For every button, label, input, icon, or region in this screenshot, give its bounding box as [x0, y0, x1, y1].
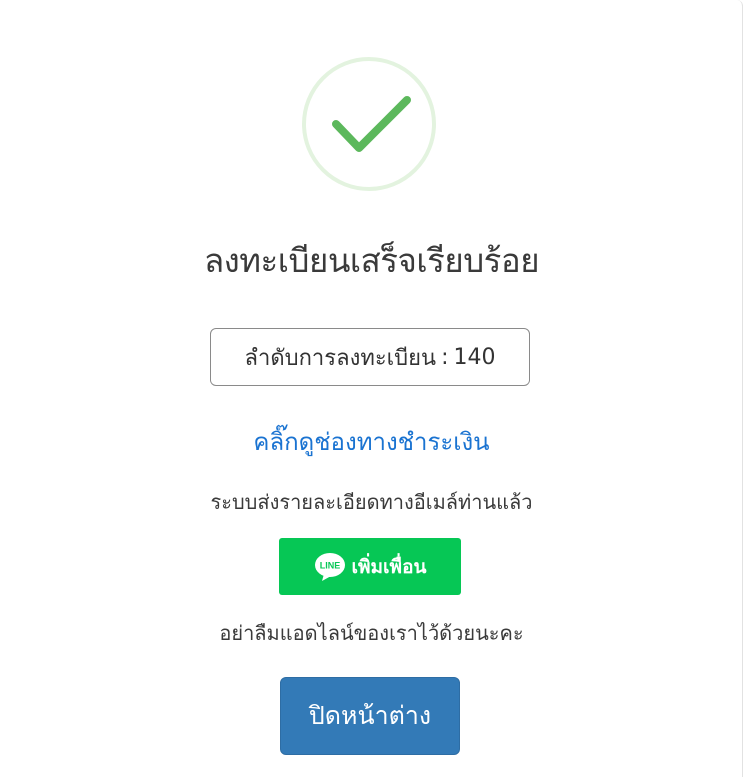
email-sent-note: ระบบส่งรายละเอียดทางอีเมล์ท่านแล้ว	[210, 490, 533, 514]
success-check-icon	[302, 57, 436, 191]
registration-number: 140	[453, 344, 496, 370]
line-add-friend-button[interactable]: LINE เพิ่มเพื่อน	[279, 538, 461, 595]
dialog-title: ลงทะเบียนเสร็จเรียบร้อย	[203, 241, 540, 280]
line-add-friend-label: เพิ่มเพื่อน	[351, 555, 427, 578]
close-window-button[interactable]: ปิดหน้าต่าง	[280, 677, 460, 755]
payment-channels-link[interactable]: คลิ๊กดูช่องทางชำระเงิน	[0, 422, 743, 461]
line-logo-icon: LINE	[314, 552, 345, 581]
registration-label: ลำดับการลงทะเบียน	[244, 345, 437, 371]
line-logo-text: LINE	[319, 560, 340, 570]
registration-number-box: ลำดับการลงทะเบียน : 140	[210, 328, 530, 386]
registration-success-dialog: ลงทะเบียนเสร็จเรียบร้อย ลำดับการลงทะเบีย…	[0, 0, 743, 777]
line-reminder-text: อย่าลืมแอดไลน์ของเราไว้ด้วยนะคะ	[219, 621, 524, 645]
registration-separator: :	[441, 344, 449, 370]
